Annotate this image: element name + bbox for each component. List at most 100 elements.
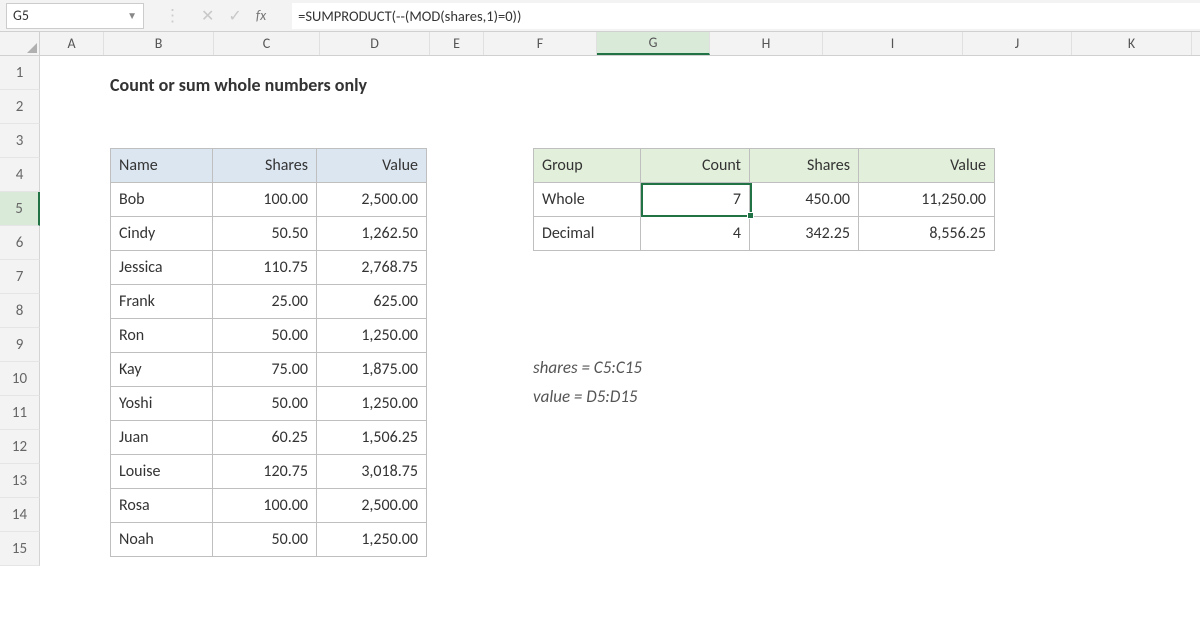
- row-header-5[interactable]: 5: [0, 192, 40, 226]
- table-row: Ron50.001,250.00: [111, 319, 427, 353]
- cell-shares[interactable]: 50.50: [213, 217, 317, 251]
- cell-value[interactable]: 8,556.25: [859, 217, 995, 251]
- summary-header-group[interactable]: Group: [534, 149, 641, 183]
- summary-header-value[interactable]: Value: [859, 149, 995, 183]
- cell-shares[interactable]: 25.00: [213, 285, 317, 319]
- cell-value[interactable]: 2,500.00: [317, 183, 427, 217]
- cell-name[interactable]: Rosa: [111, 489, 213, 523]
- row-header-13[interactable]: 13: [0, 464, 40, 498]
- col-header-F[interactable]: F: [484, 32, 597, 55]
- select-all-button[interactable]: [0, 32, 40, 55]
- formula-bar: G5 ▼ ⋮ ✕ ✓ fx =SUMPRODUCT(--(MOD(shares,…: [0, 0, 1200, 32]
- cell-count[interactable]: 4: [641, 217, 750, 251]
- col-header-C[interactable]: C: [214, 32, 320, 55]
- cell-shares[interactable]: 75.00: [213, 353, 317, 387]
- row-header-3[interactable]: 3: [0, 124, 40, 158]
- col-header-E[interactable]: E: [430, 32, 484, 55]
- cell-value[interactable]: 1,506.25: [317, 421, 427, 455]
- summary-header-count[interactable]: Count: [641, 149, 750, 183]
- table-row: Bob100.002,500.00: [111, 183, 427, 217]
- cell-value[interactable]: 3,018.75: [317, 455, 427, 489]
- table-row: Jessica110.752,768.75: [111, 251, 427, 285]
- row-header-11[interactable]: 11: [0, 396, 40, 430]
- cell-name[interactable]: Cindy: [111, 217, 213, 251]
- row-header-6[interactable]: 6: [0, 226, 40, 260]
- separator-icon: ⋮: [164, 7, 181, 24]
- col-header-B[interactable]: B: [104, 32, 214, 55]
- cell-name[interactable]: Jessica: [111, 251, 213, 285]
- table-row: Louise120.753,018.75: [111, 455, 427, 489]
- cell-name[interactable]: Kay: [111, 353, 213, 387]
- name-box[interactable]: G5 ▼: [6, 3, 144, 29]
- row-header-15[interactable]: 15: [0, 532, 40, 566]
- table-row: Rosa100.002,500.00: [111, 489, 427, 523]
- col-header-J[interactable]: J: [963, 32, 1072, 55]
- col-header-A[interactable]: A: [40, 32, 104, 55]
- data-table: Name Shares Value Bob100.002,500.00 Cind…: [110, 148, 427, 557]
- table-row: Cindy50.501,262.50: [111, 217, 427, 251]
- cell-shares[interactable]: 100.00: [213, 183, 317, 217]
- cell-value[interactable]: 1,250.00: [317, 523, 427, 557]
- summary-table: Group Count Shares Value Whole 7 450.00 …: [533, 148, 995, 251]
- cell-name[interactable]: Juan: [111, 421, 213, 455]
- table-header-value[interactable]: Value: [317, 149, 427, 183]
- cell-value[interactable]: 1,250.00: [317, 319, 427, 353]
- cell-name[interactable]: Bob: [111, 183, 213, 217]
- cell-count[interactable]: 7: [641, 183, 750, 217]
- row-header-8[interactable]: 8: [0, 294, 40, 328]
- col-header-I[interactable]: I: [823, 32, 963, 55]
- cell-name[interactable]: Ron: [111, 319, 213, 353]
- cancel-icon[interactable]: ✕: [201, 6, 214, 26]
- cell-shares[interactable]: 100.00: [213, 489, 317, 523]
- row-headers: 1 2 3 4 5 6 7 8 9 10 11 12 13 14 15: [0, 56, 40, 566]
- cell-name[interactable]: Frank: [111, 285, 213, 319]
- row-header-14[interactable]: 14: [0, 498, 40, 532]
- col-header-H[interactable]: H: [710, 32, 823, 55]
- cell-reference: G5: [13, 7, 29, 24]
- formula-input[interactable]: =SUMPRODUCT(--(MOD(shares,1)=0)): [292, 3, 1200, 29]
- cell-group[interactable]: Decimal: [534, 217, 641, 251]
- fx-icon[interactable]: fx: [256, 7, 266, 24]
- note-shares: shares = C5:C15: [533, 354, 642, 383]
- table-header-name[interactable]: Name: [111, 149, 213, 183]
- row-header-4[interactable]: 4: [0, 158, 40, 192]
- row-header-1[interactable]: 1: [0, 56, 40, 90]
- cell-shares[interactable]: 60.25: [213, 421, 317, 455]
- sheet-area[interactable]: 1 2 3 4 5 6 7 8 9 10 11 12 13 14 15 Coun…: [0, 56, 1200, 630]
- cell-value[interactable]: 1,262.50: [317, 217, 427, 251]
- col-header-K[interactable]: K: [1072, 32, 1192, 55]
- summary-row: Whole 7 450.00 11,250.00: [534, 183, 995, 217]
- table-row: Frank25.00625.00: [111, 285, 427, 319]
- cell-value[interactable]: 11,250.00: [859, 183, 995, 217]
- row-header-2[interactable]: 2: [0, 90, 40, 124]
- row-header-12[interactable]: 12: [0, 430, 40, 464]
- enter-icon[interactable]: ✓: [228, 6, 241, 26]
- name-box-dropdown-icon[interactable]: ▼: [127, 9, 137, 22]
- cell-shares[interactable]: 110.75: [213, 251, 317, 285]
- cell-name[interactable]: Louise: [111, 455, 213, 489]
- table-row: Juan60.251,506.25: [111, 421, 427, 455]
- cell-value[interactable]: 1,250.00: [317, 387, 427, 421]
- cell-value[interactable]: 2,500.00: [317, 489, 427, 523]
- cell-shares[interactable]: 50.00: [213, 319, 317, 353]
- cell-shares[interactable]: 450.00: [750, 183, 859, 217]
- cell-shares[interactable]: 342.25: [750, 217, 859, 251]
- col-header-D[interactable]: D: [320, 32, 430, 55]
- cell-group[interactable]: Whole: [534, 183, 641, 217]
- summary-header-shares[interactable]: Shares: [750, 149, 859, 183]
- cell-value[interactable]: 625.00: [317, 285, 427, 319]
- cell-shares[interactable]: 50.00: [213, 523, 317, 557]
- row-header-10[interactable]: 10: [0, 362, 40, 396]
- cell-shares[interactable]: 120.75: [213, 455, 317, 489]
- col-header-G[interactable]: G: [597, 32, 710, 55]
- table-row: Yoshi50.001,250.00: [111, 387, 427, 421]
- row-header-9[interactable]: 9: [0, 328, 40, 362]
- note-value: value = D5:D15: [533, 383, 642, 412]
- cell-shares[interactable]: 50.00: [213, 387, 317, 421]
- cell-name[interactable]: Yoshi: [111, 387, 213, 421]
- cell-value[interactable]: 1,875.00: [317, 353, 427, 387]
- cell-value[interactable]: 2,768.75: [317, 251, 427, 285]
- table-header-shares[interactable]: Shares: [213, 149, 317, 183]
- row-header-7[interactable]: 7: [0, 260, 40, 294]
- cell-name[interactable]: Noah: [111, 523, 213, 557]
